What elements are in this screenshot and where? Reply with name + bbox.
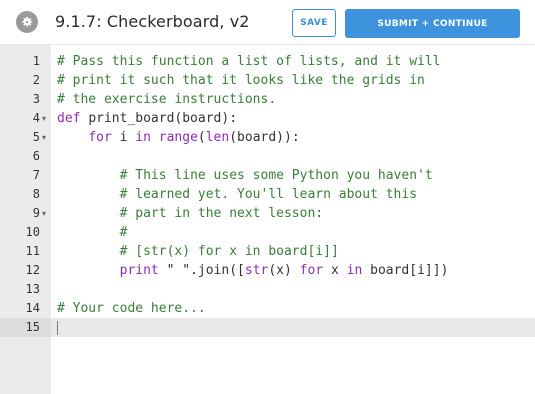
line-number: 7 <box>32 168 40 182</box>
code-token: print <box>119 263 167 278</box>
code-token: (x) <box>268 263 300 278</box>
active-line-highlight <box>51 318 535 337</box>
line-number: 10 <box>25 225 40 239</box>
line-number: 1 <box>32 54 40 68</box>
code-token: # This line uses some Python you haven't <box>119 168 433 183</box>
line-number: 3 <box>32 92 40 106</box>
code-line[interactable]: # [str(x) for x in board[i]] <box>57 242 339 261</box>
page-title: 9.1.7: Checkerboard, v2 <box>55 12 250 31</box>
code-token: for <box>299 263 331 278</box>
code-line[interactable]: # Your code here... <box>57 299 206 318</box>
line-number: 2 <box>32 73 40 87</box>
code-token: (board)): <box>229 130 300 145</box>
line-number: 12 <box>25 263 40 277</box>
code-line[interactable]: # This line uses some Python you haven't <box>57 166 433 185</box>
code-token: def <box>57 111 89 126</box>
code-token: # part in the next lesson: <box>119 206 324 221</box>
gear-icon-glyph <box>22 16 33 27</box>
line-number: 14 <box>25 301 40 315</box>
save-button[interactable]: SAVE <box>292 9 336 37</box>
code-token: board[i]]) <box>370 263 449 278</box>
code-line[interactable]: for i in range(len(board)): <box>57 128 300 147</box>
code-line[interactable]: print " ".join([str(x) for x in board[i]… <box>57 261 449 280</box>
code-token: ( <box>197 130 206 145</box>
fold-toggle-icon[interactable]: ▾ <box>42 204 50 223</box>
code-token: # print it such that it looks like the g… <box>57 73 425 88</box>
code-token: .join([ <box>190 263 245 278</box>
gear-icon[interactable] <box>16 11 38 33</box>
line-number: 8 <box>32 187 40 201</box>
fold-toggle-icon[interactable]: ▾ <box>42 109 50 128</box>
code-line[interactable]: def print_board(board): <box>57 109 237 128</box>
code-token: " " <box>166 263 191 278</box>
code-token: # [str(x) for x in board[i]] <box>119 244 339 259</box>
code-line[interactable]: # part in the next lesson: <box>57 204 324 223</box>
line-number: 9 <box>32 206 40 220</box>
code-token: in <box>135 130 159 145</box>
code-token: i <box>119 130 136 145</box>
code-token: # Your code here... <box>57 301 206 316</box>
text-cursor <box>57 321 58 335</box>
line-number: 13 <box>25 282 40 296</box>
code-line[interactable]: # print it such that it looks like the g… <box>57 71 425 90</box>
code-line[interactable]: # <box>57 223 128 242</box>
code-token: x <box>330 263 347 278</box>
code-token: # <box>119 225 128 240</box>
line-number: 4 <box>32 111 40 125</box>
code-token: len <box>205 130 230 145</box>
code-token: # learned yet. You'll learn about this <box>119 187 418 202</box>
submit-continue-button[interactable]: SUBMIT + CONTINUE <box>345 9 520 38</box>
code-line[interactable]: # Pass this function a list of lists, an… <box>57 52 441 71</box>
code-line[interactable]: # the exercise instructions. <box>57 90 276 109</box>
code-token: range <box>158 130 198 145</box>
code-line[interactable]: # learned yet. You'll learn about this <box>57 185 417 204</box>
code-token: in <box>346 263 371 278</box>
line-number: 11 <box>25 244 40 258</box>
line-number: 6 <box>32 149 40 163</box>
fold-toggle-icon[interactable]: ▾ <box>42 128 50 147</box>
code-token: str <box>244 263 269 278</box>
code-editor[interactable]: 1 # Pass this function a list of lists, a… <box>0 45 535 394</box>
line-number: 5 <box>32 130 40 144</box>
top-bar: 9.1.7: Checkerboard, v2 SAVE SUBMIT + CO… <box>0 0 535 45</box>
line-number: 15 <box>25 320 40 334</box>
code-token: # the exercise instructions. <box>57 92 277 107</box>
code-token: # Pass this function a list of lists, an… <box>57 54 441 69</box>
ide-window: 9.1.7: Checkerboard, v2 SAVE SUBMIT + CO… <box>0 0 535 394</box>
code-token: for <box>88 130 120 145</box>
code-token: print_board(board): <box>88 111 238 126</box>
